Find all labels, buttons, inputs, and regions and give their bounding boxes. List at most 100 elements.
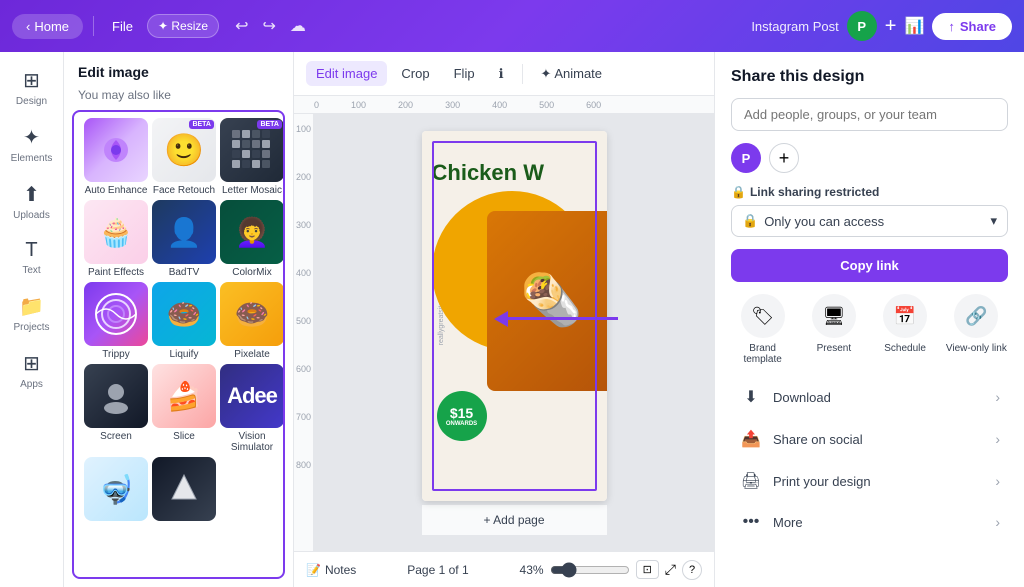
share-label: Share [960,19,996,34]
colormix-label: ColorMix [232,267,271,278]
animate-icon: ✦ [541,66,552,81]
uploads-label: Uploads [13,210,50,221]
document-title: Instagram Post [751,19,838,34]
chevron-left-icon: ‹ [26,19,30,34]
text-label: Text [22,265,40,276]
effect-colormix[interactable]: 👩‍🦱 ColorMix [220,200,284,278]
effect-bot1[interactable]: 🤿 [84,457,148,524]
animate-button[interactable]: ✦ Animate [531,61,613,87]
effect-slice[interactable]: 🍰 Slice [152,364,216,453]
effects-grid-container: Auto Enhance 🙂 BETA Face Retouch [72,110,285,579]
effect-letter-mosaic[interactable]: BETA Letter Mosaic [220,118,284,196]
copy-link-button[interactable]: Copy link [731,249,1008,282]
sidebar-item-text[interactable]: T Text [4,231,60,284]
add-people-button[interactable]: + [769,143,799,173]
print-icon: 🖨 [739,471,763,491]
download-chevron-icon: › [995,389,1000,405]
zoom-slider[interactable] [550,562,630,578]
fit-page-button[interactable]: ⊡ [636,560,659,579]
share-search-input[interactable] [731,98,1008,131]
link-access-dropdown[interactable]: 🔒 Only you can access ▾ [731,205,1008,237]
price-sub: ONWARDS [446,421,477,427]
download-icon: ⬇ [739,387,763,407]
view-only-link-option[interactable]: 🔗 View-only link [945,294,1008,365]
link-access-value: Only you can access [764,214,984,229]
effect-screen[interactable]: Screen [84,364,148,453]
apps-label: Apps [20,379,43,390]
canvas-document: ⧉ 🗑 ⋯ reallygreatsite.com Chicken W 🌯 [422,131,607,535]
vision-simulator-label: Vision Simulator [220,431,284,453]
share-icon: ↑ [948,19,955,34]
current-user-avatar: P [731,143,761,173]
sidebar-item-elements[interactable]: ✦ Elements [4,117,60,172]
help-button[interactable]: ? [682,560,702,580]
icon-sidebar: ⊞ Design ✦ Elements ⬆ Uploads T Text 📁 P… [0,52,64,587]
undo-button[interactable]: ↩ [231,12,252,40]
topbar-divider [93,16,94,36]
more-label: More [773,515,985,530]
schedule-label: Schedule [884,343,926,354]
fullscreen-button[interactable]: ⤢ [665,561,676,578]
toolbar-separator [522,64,523,84]
text-icon: T [25,239,37,262]
canvas-scroll-area[interactable]: ⧉ 🗑 ⋯ reallygreatsite.com Chicken W 🌯 [314,114,714,551]
share-social-option[interactable]: 📤 Share on social › [731,419,1008,459]
more-option[interactable]: ••• More › [731,503,1008,541]
effect-trippy[interactable]: Trippy [84,282,148,360]
price-badge: $15 ONWARDS [437,391,487,441]
effect-liquify[interactable]: 🍩 Liquify [152,282,216,360]
canvas-column: Edit image Crop Flip ℹ ✦ Animate 0100200… [294,52,714,587]
share-button[interactable]: ↑ Share [932,13,1012,40]
sidebar-item-projects[interactable]: 📁 Projects [4,286,60,341]
effect-vision-simulator[interactable]: Adee Vision Simulator [220,364,284,453]
notes-button[interactable]: 📝 Notes [306,563,356,577]
analytics-button[interactable]: 📊 [904,16,924,36]
more-chevron-icon: › [995,514,1000,530]
share-social-label: Share on social [773,432,985,447]
ruler-top: 0100200300400500600 [294,96,714,114]
sidebar-item-apps[interactable]: ⊞ Apps [4,343,60,398]
edit-image-tab[interactable]: Edit image [306,61,387,86]
effects-grid: Auto Enhance 🙂 BETA Face Retouch [84,112,273,530]
more-icon: ••• [739,513,763,531]
effect-badtv[interactable]: 👤 BadTV [152,200,216,278]
crop-tab[interactable]: Crop [391,61,439,86]
effect-auto-enhance[interactable]: Auto Enhance [84,118,148,196]
design-label: Design [16,96,47,107]
download-option[interactable]: ⬇ Download › [731,377,1008,417]
print-chevron-icon: › [995,473,1000,489]
present-label: Present [817,343,851,354]
effect-bot2[interactable] [152,457,216,524]
add-collaborator-button[interactable]: + [885,15,897,38]
print-option[interactable]: 🖨 Print your design › [731,461,1008,501]
info-button[interactable]: ℹ [489,61,514,87]
ruler-canvas-area: 0100200300400500600 10020030040050060070… [294,96,714,551]
share-avatars: P + [731,143,1008,173]
effect-face-retouch[interactable]: 🙂 BETA Face Retouch [152,118,216,196]
sidebar-item-uploads[interactable]: ⬆ Uploads [4,174,60,229]
user-avatar[interactable]: P [847,11,877,41]
cloud-save-button[interactable]: ☁ [286,12,310,40]
effect-pixelate[interactable]: 🍩 Pixelate [220,282,284,360]
home-button[interactable]: ‹ Home [12,14,83,39]
badtv-label: BadTV [169,267,200,278]
view-only-link-icon: 🔗 [954,294,998,338]
panel-subheader: You may also like [64,88,293,110]
topbar-right: Instagram Post P + 📊 ↑ Share [751,11,1012,41]
canvas-row: 100200300400500600700800 ⧉ 🗑 [294,114,714,551]
brand-template-option[interactable]: 🏷 Brand template [731,294,794,365]
schedule-option[interactable]: 📅 Schedule [874,294,937,365]
effect-paint-effects[interactable]: 🧁 Paint Effects [84,200,148,278]
flip-button[interactable]: Flip [444,61,485,86]
add-page-button[interactable]: + Add page [422,505,607,535]
present-icon: 🖥 [812,294,856,338]
apps-icon: ⊞ [23,351,40,376]
sidebar-item-design[interactable]: ⊞ Design [4,60,60,115]
file-button[interactable]: File [104,14,141,39]
resize-button[interactable]: ✦ Resize [147,14,219,38]
arrow-overlay [494,311,618,327]
screen-label: Screen [100,431,132,442]
redo-button[interactable]: ↪ [258,12,279,40]
effects-panel: Edit image You may also like Auto Enhanc… [64,52,294,587]
present-option[interactable]: 🖥 Present [802,294,865,365]
